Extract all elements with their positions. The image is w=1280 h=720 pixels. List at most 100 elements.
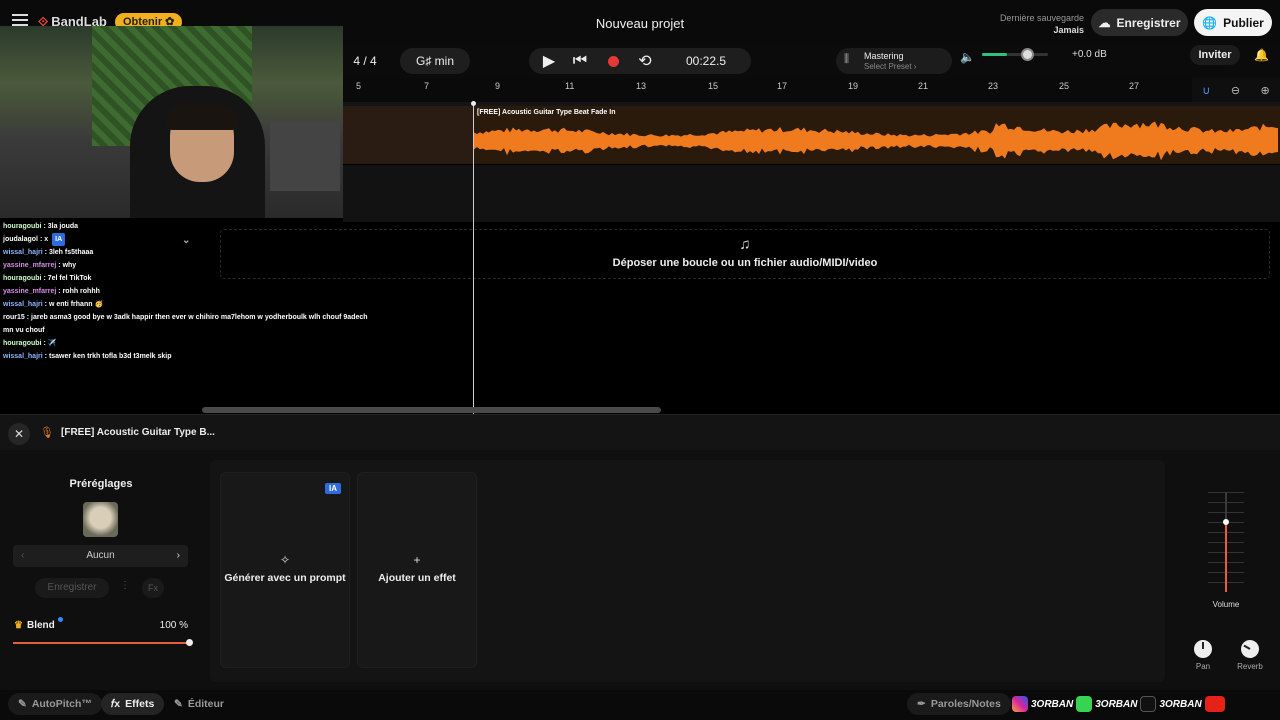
ia-badge: IA <box>325 483 341 494</box>
fx-button[interactable]: Fx <box>142 578 164 598</box>
playhead[interactable] <box>473 102 474 414</box>
master-volume-knob[interactable] <box>1020 48 1034 61</box>
chat-text: 7el fel TikTok <box>47 275 92 282</box>
zoom-out-icon[interactable]: ⊖ <box>1231 84 1240 97</box>
webcam-shelf <box>270 121 340 191</box>
ruler-mark: 9 <box>495 81 501 91</box>
track-panel-header: ✕ 🎙 [FREE] Acoustic Guitar Type B... <box>0 414 1280 450</box>
ruler-mark: 27 <box>1129 81 1140 91</box>
chevron-left-icon[interactable]: ‹ <box>21 545 24 567</box>
audio-clip[interactable]: [FREE] Acoustic Guitar Type Beat Fade In <box>474 106 1280 164</box>
bell-icon[interactable]: 🔔 <box>1254 48 1269 62</box>
blend-value[interactable]: 100 % <box>142 620 188 634</box>
chat-username[interactable]: wissal_hajri <box>3 301 43 308</box>
playhead-handle[interactable] <box>471 101 476 106</box>
ruler-mark: 5 <box>356 81 362 91</box>
chat-username[interactable]: wissal_hajri <box>3 353 43 360</box>
blend-label-text: Blend <box>26 620 55 631</box>
zoom-in-icon[interactable]: ⊕ <box>1261 84 1270 97</box>
tiktok-icon <box>1140 696 1157 712</box>
preset-thumbnail[interactable] <box>83 502 118 537</box>
track-volume-fader[interactable] <box>1200 492 1252 592</box>
empty-track-lane[interactable] <box>343 165 1280 222</box>
speaker-icon[interactable]: 🔈 <box>960 50 975 64</box>
add-effect-label: Ajouter un effet <box>378 572 456 584</box>
time-signature[interactable]: 4 / 4 <box>345 48 385 74</box>
menu-icon[interactable] <box>12 14 28 26</box>
chat-message: wissal_hajri : w enti frhann 🥳 <box>3 301 104 308</box>
chat-username[interactable]: wissal_hajri <box>3 249 43 256</box>
publish-button-label: Publier <box>1223 15 1264 30</box>
youtube-icon <box>1204 696 1225 712</box>
timeline-ruler[interactable]: 5 7 9 11 13 15 17 19 21 23 25 27 <box>343 78 1280 102</box>
preset-save-button[interactable]: Enregistrer <box>35 578 109 598</box>
tab-editor-label: Éditeur <box>187 698 224 710</box>
generate-with-prompt-card[interactable]: IA ✧ Générer avec un prompt <box>220 472 350 668</box>
drop-zone-text: Déposer une boucle ou un fichier audio/M… <box>612 257 878 269</box>
chat-username[interactable]: houragoubi <box>3 275 42 282</box>
project-title[interactable]: Nouveau projet <box>596 16 684 31</box>
cloud-upload-icon: ☁ <box>1098 15 1111 30</box>
chat-text: w enti frhann 🥳 <box>48 301 104 308</box>
fx-icon: 𝑓x <box>111 697 121 710</box>
chevron-down-icon[interactable]: ⌄ <box>182 234 190 247</box>
chat-username[interactable]: rour15 <box>3 314 25 321</box>
kick-handle: 3ORBAN <box>1095 698 1138 710</box>
track-panel-title: [FREE] Acoustic Guitar Type B... <box>61 427 215 438</box>
ruler-mark: 19 <box>848 81 859 91</box>
tab-lyrics-label: Paroles/Notes <box>930 698 1001 710</box>
rewind-icon[interactable]: ⏮ <box>565 48 595 74</box>
last-save-label: Dernière sauvegarde <box>999 13 1084 23</box>
generate-label: Générer avec un prompt <box>224 572 346 584</box>
save-button[interactable]: ☁ Enregistrer <box>1091 9 1188 36</box>
play-icon[interactable]: ▶ <box>534 48 564 74</box>
save-button-label: Enregistrer <box>1116 15 1181 30</box>
chat-username[interactable]: yassine_mfarrej <box>3 262 56 269</box>
mastering-sliders-icon: ⫼ <box>844 53 850 65</box>
magnet-icon[interactable]: ∪ <box>1202 84 1210 97</box>
tab-autopitch[interactable]: ✎ AutoPitch™ <box>8 693 102 715</box>
fader-fill <box>1225 522 1227 592</box>
drop-zone[interactable]: ♫ Déposer une boucle ou un fichier audio… <box>220 229 1270 279</box>
invite-button[interactable]: Inviter <box>1190 45 1240 65</box>
chat-username[interactable]: houragoubi <box>3 340 42 347</box>
chat-message: rour15 : jareb asma3 good bye w 3adk hap… <box>3 314 368 334</box>
volume-db: +0.0 dB <box>1072 49 1107 60</box>
crown-icon: ♛ <box>14 620 23 631</box>
pan-knob[interactable] <box>1194 640 1212 658</box>
fader-knob[interactable] <box>1223 519 1229 525</box>
timeline-tools: ∪ ⊖ ⊕ <box>1192 78 1280 102</box>
close-icon[interactable]: ✕ <box>8 423 30 445</box>
ruler-mark: 25 <box>1059 81 1070 91</box>
music-note-icon: ♫ <box>739 236 751 253</box>
tab-lyrics-notes[interactable]: ✒ Paroles/Notes <box>907 693 1011 715</box>
chat-username[interactable]: yassine_mfarrej <box>3 288 56 295</box>
blend-slider[interactable] <box>13 642 189 644</box>
preset-selector[interactable]: ‹ Aucun › <box>13 545 188 567</box>
tab-editor[interactable]: ✎ Éditeur <box>164 693 234 715</box>
chat-username[interactable]: joudalagol <box>3 236 38 243</box>
chevron-right-icon[interactable]: › <box>177 545 180 567</box>
tab-effects[interactable]: 𝑓x Effets <box>101 693 165 715</box>
record-button[interactable] <box>598 48 628 74</box>
chat-message: wissal_hajri : tsawer ken trkh tofla b3d… <box>3 353 172 360</box>
horizontal-scrollbar[interactable] <box>202 407 661 413</box>
more-options-icon[interactable]: ⋮ <box>120 580 130 591</box>
chat-username[interactable]: houragoubi <box>3 223 42 230</box>
key-selector[interactable]: G♯ min <box>400 48 470 74</box>
blend-slider-knob[interactable] <box>186 639 193 646</box>
publish-button[interactable]: 🌐 Publier <box>1194 9 1272 36</box>
ruler-mark: 23 <box>988 81 999 91</box>
reverb-label: Reverb <box>1237 662 1263 671</box>
fader-track <box>1225 492 1227 522</box>
reverb-knob[interactable] <box>1237 636 1263 662</box>
globe-icon: 🌐 <box>1202 15 1218 30</box>
record-icon <box>607 55 619 67</box>
tab-effects-label: Effets <box>125 698 155 710</box>
autopitch-icon: ✎ <box>18 698 27 710</box>
chat-message: houragoubi : ✈️ <box>3 340 57 347</box>
loop-icon[interactable]: ⟲ <box>630 48 660 74</box>
presets-title: Préréglages <box>69 478 133 490</box>
add-effect-card[interactable]: + Ajouter un effet <box>357 472 477 668</box>
mastering-button[interactable]: ⫼ Mastering Select Preset › <box>836 48 952 74</box>
